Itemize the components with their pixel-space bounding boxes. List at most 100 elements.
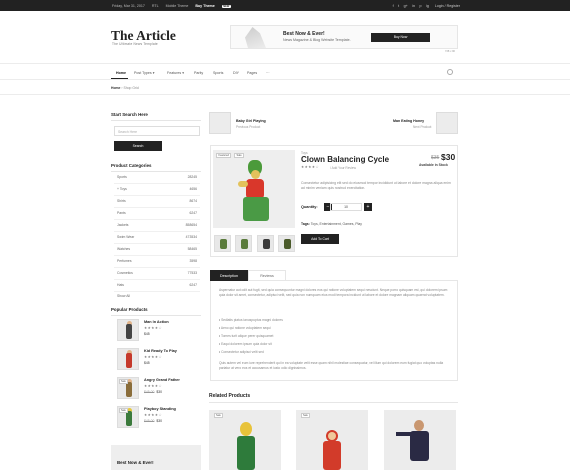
product-thumbnail[interactable] — [117, 348, 139, 370]
gallery-thumbnail[interactable] — [278, 235, 295, 252]
popular-widget-title: Popular Products — [111, 307, 148, 312]
add-review-link[interactable]: / Add Your Review — [330, 166, 356, 170]
nav-item-post-types[interactable]: Post Types ▾ — [134, 71, 155, 75]
previous-product[interactable]: Baby Girl Playing Previous Product — [209, 112, 299, 136]
product-title: Clown Balancing Cycle — [301, 155, 390, 164]
nav-item-home[interactable]: Home — [116, 71, 126, 75]
category-item[interactable]: Swim Wear 473534 — [117, 235, 197, 241]
add-to-cart-button[interactable]: Add To Cart — [301, 234, 339, 244]
tab-reviews[interactable]: Reviews — [248, 270, 286, 281]
category-item[interactable]: Jackets 858654 — [117, 223, 197, 229]
category-item[interactable]: + Toys 4656 — [117, 187, 197, 193]
product-name[interactable]: Kid Ready To Play — [144, 349, 177, 353]
category-name: Perfumes — [117, 259, 132, 263]
related-product-card[interactable]: Sale — [296, 410, 368, 470]
feature-list-item: Sedlatis piatus ianuspuptus magni dolore… — [219, 316, 283, 324]
product-price: $45.00 $30 — [144, 390, 162, 394]
popular-product[interactable]: Man In Action ★★★★☆ $45 — [117, 319, 207, 343]
product-tabs: Description Reviews — [210, 270, 458, 281]
top-bar-left: Friday, Mar 31, 2017 RTL Mobile Theme Bu… — [112, 4, 243, 8]
category-count: 4656 — [189, 187, 197, 191]
price-value: $30 — [156, 419, 163, 423]
previous-product-thumbnail[interactable] — [209, 112, 231, 134]
search-icon[interactable] — [447, 69, 453, 75]
tags-list[interactable]: Toys, Entertainment, Games, Play — [311, 222, 362, 226]
linkedin-icon[interactable]: in — [412, 4, 415, 8]
related-product-card[interactable] — [384, 410, 456, 470]
product-thumbnail[interactable] — [117, 319, 139, 341]
instagram-icon[interactable]: ig — [426, 4, 429, 8]
next-product-label: Next Product — [413, 125, 432, 129]
product-tags: Tags: Toys, Entertainment, Games, Play — [301, 222, 362, 226]
category-item[interactable]: Hats 6247 — [117, 283, 197, 289]
popular-product[interactable]: Sale Angry Grand Father ★★★★☆ $45.00 $30 — [117, 377, 207, 401]
category-item[interactable]: Pants 6247 — [117, 211, 197, 217]
twitter-icon[interactable]: t — [398, 4, 399, 8]
buy-theme-link[interactable]: Buy Theme NEW — [195, 4, 236, 8]
previous-product-name[interactable]: Baby Girl Playing — [236, 119, 266, 123]
category-count: 8674 — [189, 199, 197, 203]
toy-arm — [238, 181, 248, 187]
search-widget-divider — [111, 120, 201, 121]
gallery-thumbnail[interactable] — [235, 235, 252, 252]
google-plus-icon[interactable]: g+ — [404, 4, 408, 8]
sidebar-search-input[interactable]: Search Here — [114, 126, 200, 136]
featured-badge: Featured — [216, 153, 232, 158]
categories-widget-divider — [111, 171, 201, 172]
category-divider — [114, 267, 200, 268]
category-item[interactable]: Watches 58465 — [117, 247, 197, 253]
facebook-icon[interactable]: f — [393, 4, 394, 8]
gallery-thumbnail[interactable] — [214, 235, 231, 252]
category-show-all[interactable]: Show All — [117, 294, 197, 300]
product-name[interactable]: Man In Action — [144, 320, 169, 324]
login-register-link[interactable]: Login / Register — [435, 4, 460, 8]
category-item[interactable]: Sports 28245 — [117, 175, 197, 181]
popular-product[interactable]: Kid Ready To Play ★★★★☆ $45 — [117, 348, 207, 372]
product-thumbnail[interactable]: Sale — [117, 377, 139, 399]
nav-item-post-types-label: Post Types — [134, 70, 152, 75]
category-count: 58465 — [187, 247, 197, 251]
product-thumbnail[interactable]: Sale — [117, 406, 139, 428]
category-item[interactable]: Shirts 8674 — [117, 199, 197, 205]
next-product-thumbnail[interactable] — [436, 112, 458, 134]
nav-item-pages[interactable]: Pages — [247, 71, 257, 75]
old-price: $45.00 — [144, 419, 155, 423]
nav-item-more[interactable]: ··· — [266, 71, 270, 75]
ad-buy-now-button[interactable]: Buy Now — [371, 33, 430, 42]
category-name: Hats — [117, 283, 124, 287]
sidebar-banner[interactable]: Best Now & Ever! — [111, 445, 201, 470]
sidebar-search-button[interactable]: Search — [114, 141, 162, 151]
rtl-link[interactable]: RTL — [152, 4, 159, 8]
related-product-card[interactable]: Sale — [209, 410, 281, 470]
next-product-name[interactable]: Man Eating Honey — [393, 119, 424, 123]
breadcrumb: Home › Shop Grid — [111, 86, 139, 90]
price-value: $45 — [144, 361, 150, 365]
product-main-image[interactable]: Featured Sale — [213, 150, 295, 228]
site-logo-subtitle: The Ultimate News Template — [112, 42, 158, 46]
mobile-theme-link[interactable]: Mobile Theme — [166, 4, 189, 8]
category-count: 3598 — [189, 259, 197, 263]
gallery-thumbnail[interactable] — [257, 235, 274, 252]
toy-head — [240, 422, 252, 436]
category-divider — [114, 183, 200, 184]
category-item[interactable]: Perfumes 3598 — [117, 259, 197, 265]
toy-body — [246, 179, 264, 199]
ad-subtitle: News Magazine & Blog Website Template. — [283, 38, 351, 42]
tab-description[interactable]: Description — [210, 270, 248, 281]
related-products-title: Related Products — [209, 393, 251, 399]
header-ad-banner[interactable]: Best Now & Ever! News Magazine & Blog We… — [230, 25, 458, 53]
product-name[interactable]: Playboy Standing — [144, 407, 176, 411]
quantity-increase-button[interactable]: + — [364, 203, 372, 211]
breadcrumb-home[interactable]: Home — [111, 86, 120, 90]
sidebar-banner-headline: Best Now & Ever! — [117, 460, 154, 465]
pinterest-icon[interactable]: p — [420, 4, 422, 8]
category-item[interactable]: Cosmetics 77533 — [117, 271, 197, 277]
product-name[interactable]: Angry Grand Father — [144, 378, 180, 382]
nav-item-diy[interactable]: DIY — [233, 71, 239, 75]
next-product[interactable]: Man Eating Honey Next Product — [368, 112, 458, 136]
nav-item-sports[interactable]: Sports — [213, 71, 223, 75]
nav-item-parity[interactable]: Parity — [194, 71, 203, 75]
popular-product[interactable]: Sale Playboy Standing ★★★★☆ $45.00 $30 — [117, 406, 207, 430]
quantity-input[interactable]: 10 — [330, 203, 362, 211]
nav-item-features[interactable]: Features ▾ — [167, 71, 184, 75]
